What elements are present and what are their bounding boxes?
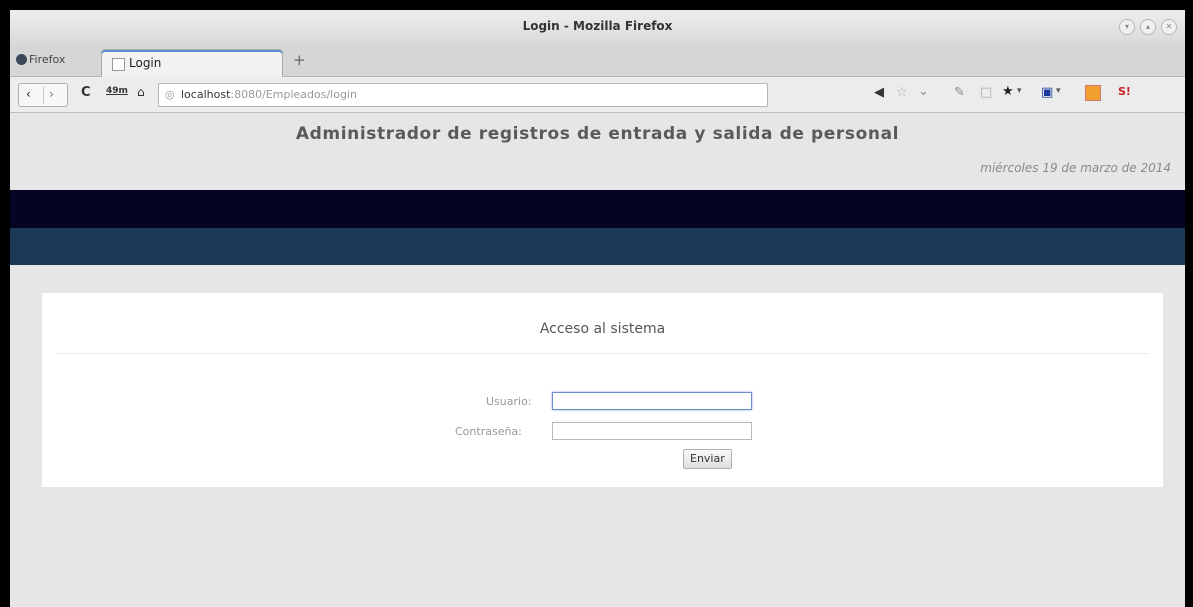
minimize-icon[interactable]: ▾	[1119, 19, 1135, 35]
url-text: localhost:8080/Empleados/login	[181, 88, 357, 101]
login-panel: Acceso al sistema Usuario: Contraseña: E…	[42, 293, 1163, 487]
save-dropdown-icon[interactable]: ▾	[1056, 87, 1061, 96]
login-title: Acceso al sistema	[539, 321, 666, 337]
save-icon[interactable]: ▣	[1041, 86, 1053, 99]
submit-button[interactable]: Enviar	[683, 449, 732, 469]
window-titlebar: Login - Mozilla Firefox ▾ ▴ ✕	[10, 10, 1185, 44]
divider	[56, 353, 1149, 354]
password-input[interactable]	[552, 422, 752, 440]
header-band-dark	[10, 190, 1185, 228]
user-input[interactable]	[552, 392, 752, 410]
home-icon[interactable]: ⌂	[137, 86, 145, 98]
password-label: Contraseña:	[455, 425, 522, 438]
firefox-menu-button[interactable]: Firefox	[16, 53, 65, 66]
tab-bar: Firefox Login +	[10, 44, 1185, 77]
site-identity-icon[interactable]: ◎	[165, 88, 175, 101]
maximize-icon[interactable]: ▴	[1140, 19, 1156, 35]
reload-icon[interactable]: C	[81, 86, 91, 99]
bookmarks-menu-icon[interactable]: ★	[1002, 85, 1014, 98]
extension-timer-badge[interactable]: 49m	[106, 86, 128, 96]
user-label: Usuario:	[486, 395, 532, 408]
extension-icon[interactable]: ✎	[954, 86, 965, 99]
grid-extension-icon[interactable]	[1085, 85, 1101, 101]
browser-window: Login - Mozilla Firefox ▾ ▴ ✕ Firefox Lo…	[10, 10, 1185, 607]
tab-label: Login	[129, 56, 162, 70]
reader-icon[interactable]: ◀	[874, 86, 884, 99]
tab-login[interactable]: Login	[101, 49, 283, 77]
screenshot-icon[interactable]: □	[980, 86, 992, 99]
firefox-logo-icon	[16, 54, 27, 65]
navigation-toolbar: ‹ › C 49m ⌂ ◎ localhost:8080/Empleados/l…	[10, 77, 1185, 113]
bookmarks-dropdown-icon[interactable]: ▾	[1017, 87, 1022, 96]
bookmark-star-icon[interactable]: ☆	[896, 86, 908, 99]
back-forward-group: ‹ ›	[18, 83, 68, 107]
page-title: Administrador de registros de entrada y …	[295, 124, 900, 144]
window-controls: ▾ ▴ ✕	[1119, 19, 1177, 35]
page-favicon-icon	[112, 58, 125, 71]
close-icon[interactable]: ✕	[1161, 19, 1177, 35]
forward-icon[interactable]: ›	[49, 87, 54, 101]
page-content: Administrador de registros de entrada y …	[10, 113, 1185, 607]
window-title: Login - Mozilla Firefox	[522, 19, 673, 33]
firefox-menu-label: Firefox	[29, 53, 66, 66]
current-date: miércoles 19 de marzo de 2014	[980, 161, 1171, 175]
dropdown-chevron-icon[interactable]: ⌄	[918, 85, 929, 98]
new-tab-button[interactable]: +	[293, 53, 306, 68]
back-icon[interactable]: ‹	[26, 87, 31, 101]
header-band-teal	[10, 228, 1185, 265]
url-bar[interactable]: ◎ localhost:8080/Empleados/login	[158, 83, 768, 107]
s-extension-icon[interactable]: S!	[1118, 86, 1131, 97]
